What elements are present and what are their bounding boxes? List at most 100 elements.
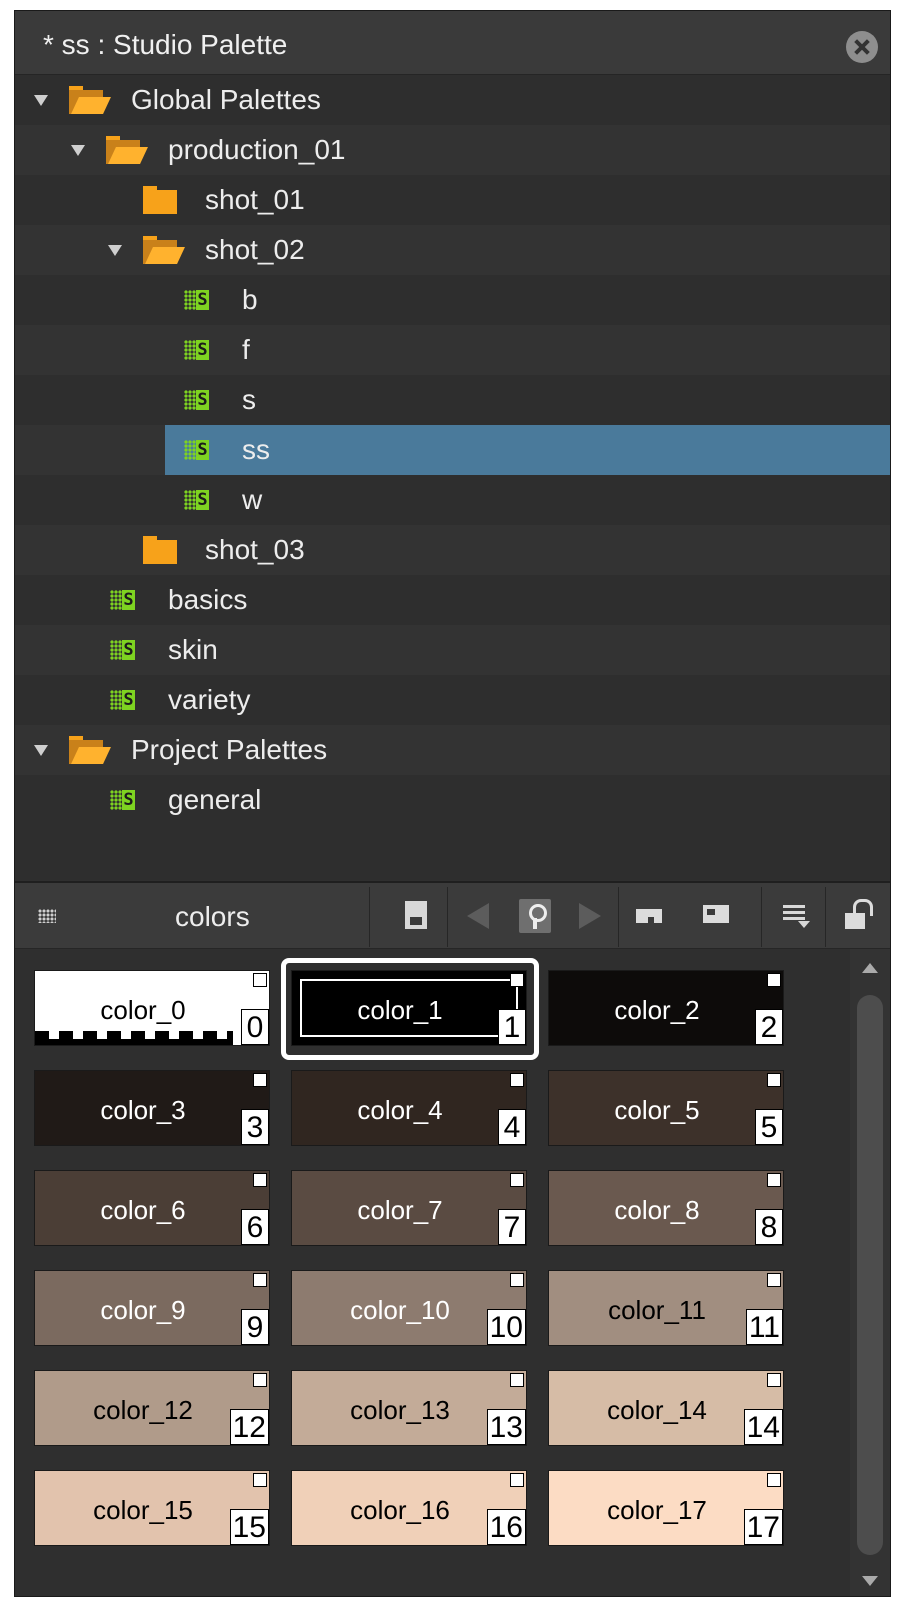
toolbar-separator: [369, 887, 370, 947]
tree-item-skin[interactable]: Sskin: [15, 625, 890, 675]
expand-arrow-icon[interactable]: [34, 95, 48, 106]
color-swatch[interactable]: color_6 6: [34, 1170, 270, 1246]
tree-item-s[interactable]: Ss: [15, 375, 890, 425]
new-page-icon[interactable]: [701, 899, 733, 933]
swatch-corner-marker: [510, 1073, 524, 1087]
color-swatch[interactable]: color_8 8: [548, 1170, 784, 1246]
tree-item-general[interactable]: Sgeneral: [15, 775, 890, 825]
swatch-corner-marker: [253, 1473, 267, 1487]
window-title: * ss : Studio Palette: [43, 29, 288, 60]
color-swatch[interactable]: color_10 10: [291, 1270, 527, 1346]
swatch-corner-marker: [767, 1073, 781, 1087]
palette-toolbar: colors: [15, 883, 890, 949]
swatch-index: 5: [755, 1109, 783, 1145]
tree-item-shot-01[interactable]: shot_01: [15, 175, 890, 225]
palette-icon: S: [110, 640, 135, 660]
toolbar-separator: [447, 887, 448, 947]
palette-name: colors: [175, 901, 250, 932]
swatch-name: color_9: [100, 1295, 186, 1325]
color-swatch[interactable]: color_4 4: [291, 1070, 527, 1146]
swatch-index: 11: [745, 1309, 783, 1345]
color-swatch[interactable]: color_2 2: [548, 970, 784, 1046]
color-swatch[interactable]: color_7 7: [291, 1170, 527, 1246]
swatch-index: 15: [229, 1509, 269, 1545]
color-swatch[interactable]: color_12 12: [34, 1370, 270, 1446]
color-swatch[interactable]: color_14 14: [548, 1370, 784, 1446]
grid-view-icon[interactable]: [38, 909, 56, 923]
close-icon[interactable]: [846, 31, 878, 63]
folder-open-icon: [106, 136, 148, 164]
tree-item-production-01[interactable]: production_01: [15, 125, 890, 175]
tree-item-label: variety: [168, 684, 251, 715]
tree-item-label: b: [242, 284, 258, 315]
tree-item-label: skin: [168, 634, 218, 665]
swatch-corner-marker: [510, 1473, 524, 1487]
scroll-down-icon[interactable]: [862, 1576, 878, 1586]
color-swatch[interactable]: color_11 11: [548, 1270, 784, 1346]
palette-icon: S: [184, 390, 209, 410]
tree-item-b[interactable]: Sb: [15, 275, 890, 325]
swatch-index: 16: [486, 1509, 526, 1545]
scroll-up-icon[interactable]: [862, 963, 878, 973]
palette-icon: S: [184, 290, 209, 310]
color-swatch[interactable]: color_13 13: [291, 1370, 527, 1446]
tree-item-label: f: [242, 334, 250, 365]
tree-item-shot-03[interactable]: shot_03: [15, 525, 890, 575]
tree-item-label: Global Palettes: [131, 84, 321, 115]
tree-item-project-palettes[interactable]: Project Palettes: [15, 725, 890, 775]
swatch-corner-marker: [767, 973, 781, 987]
toolbar-separator: [761, 887, 762, 947]
key-icon[interactable]: [519, 899, 551, 933]
scroll-thumb[interactable]: [857, 995, 883, 1555]
color-swatch[interactable]: color_9 9: [34, 1270, 270, 1346]
expand-arrow-icon[interactable]: [71, 145, 85, 156]
swatch-corner-marker: [253, 1073, 267, 1087]
swatch-index: 8: [755, 1209, 783, 1245]
expand-arrow-icon[interactable]: [34, 745, 48, 756]
tree-item-f[interactable]: Sf: [15, 325, 890, 375]
color-swatch[interactable]: color_1 1: [291, 970, 527, 1046]
lock-icon[interactable]: [841, 899, 873, 933]
tree-item-label: Project Palettes: [131, 734, 328, 765]
title-bar[interactable]: * ss : Studio Palette: [15, 11, 890, 75]
new-style-icon[interactable]: [634, 899, 666, 933]
previous-icon[interactable]: [463, 899, 495, 933]
palette-icon: S: [110, 790, 135, 810]
tree-item-global-palettes[interactable]: Global Palettes: [15, 75, 890, 125]
color-swatch[interactable]: color_0 0: [34, 970, 270, 1046]
tree-item-label: s: [242, 384, 256, 415]
folder-icon: [143, 536, 181, 564]
color-swatch[interactable]: color_16 16: [291, 1470, 527, 1546]
tree-item-shot-02[interactable]: shot_02: [15, 225, 890, 275]
color-swatch[interactable]: color_3 3: [34, 1070, 270, 1146]
save-icon[interactable]: [400, 899, 432, 933]
color-swatch[interactable]: color_15 15: [34, 1470, 270, 1546]
expand-arrow-icon[interactable]: [108, 245, 122, 256]
tree-item-label: ss: [242, 434, 270, 465]
swatch-index: 9: [241, 1309, 269, 1345]
swatch-index: 1: [498, 1009, 526, 1045]
swatch-name: color_1: [357, 995, 443, 1025]
tree-item-w[interactable]: Sw: [15, 475, 890, 525]
swatch-index: 2: [755, 1009, 783, 1045]
tree-item-variety[interactable]: Svariety: [15, 675, 890, 725]
next-icon[interactable]: [573, 899, 605, 933]
swatch-index: 4: [498, 1109, 526, 1145]
tree-item-ss[interactable]: Sss: [15, 425, 890, 475]
palette-icon: S: [184, 490, 209, 510]
swatch-corner-marker: [510, 1273, 524, 1287]
vertical-scrollbar[interactable]: [850, 949, 890, 1596]
swatch-name: color_7: [357, 1195, 443, 1225]
palette-icon: S: [184, 440, 209, 460]
color-swatch[interactable]: color_17 17: [548, 1470, 784, 1546]
tree-item-basics[interactable]: Sbasics: [15, 575, 890, 625]
swatch-index: 3: [241, 1109, 269, 1145]
swatch-index: 14: [743, 1409, 783, 1445]
swatch-index: 0: [241, 1009, 269, 1045]
folder-icon: [143, 186, 181, 214]
tree-item-label: w: [242, 484, 263, 515]
menu-icon[interactable]: [780, 899, 812, 933]
studio-palette-window: * ss : Studio Palette Global Palettes pro…: [14, 10, 891, 1597]
color-swatch[interactable]: color_5 5: [548, 1070, 784, 1146]
swatch-name: color_5: [614, 1095, 700, 1125]
